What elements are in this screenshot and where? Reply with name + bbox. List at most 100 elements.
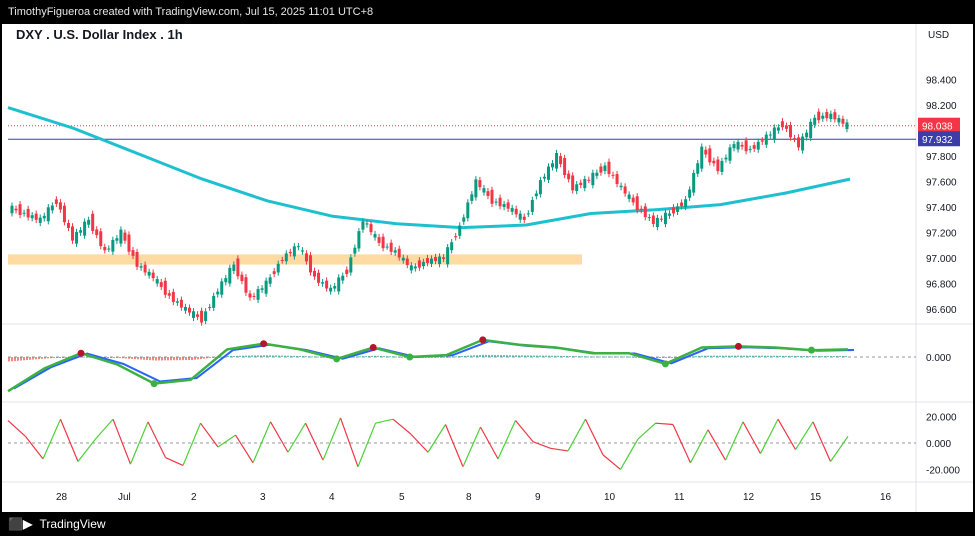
- candle-body: [300, 250, 304, 252]
- candle-body: [75, 231, 79, 244]
- rsi-segment: [672, 424, 692, 464]
- oscillator-histogram-bar: [701, 355, 703, 357]
- oscillator-histogram-bar: [56, 357, 58, 358]
- oscillator-histogram-bar: [290, 355, 292, 357]
- candle-body: [635, 196, 639, 211]
- rsi-segment: [269, 421, 289, 453]
- oscillator-histogram-bar: [44, 357, 46, 359]
- chart-svg[interactable]: DXY . U.S. Dollar Index . 1h USD 98.400 98.…: [2, 24, 973, 512]
- oscillator-fast-line: [7, 338, 849, 393]
- candle-body: [62, 205, 66, 223]
- oscillator-histogram-bar: [551, 355, 553, 357]
- candle-body: [595, 172, 599, 176]
- candle-body: [567, 173, 571, 180]
- chart-panel[interactable]: DXY . U.S. Dollar Index . 1h USD 98.400 98.…: [2, 24, 973, 512]
- oscillator-histogram-bar: [173, 357, 175, 361]
- candle-body: [252, 295, 256, 297]
- oscillator-histogram-bar: [476, 355, 478, 357]
- oscillator-histogram-bar: [140, 357, 142, 360]
- candle-body: [240, 274, 244, 282]
- oscillator-histogram-bar: [8, 357, 10, 362]
- candle-body: [680, 202, 684, 207]
- candle-body: [409, 265, 413, 271]
- candle-body: [393, 250, 397, 253]
- candle-body: [466, 202, 470, 219]
- candle-body: [38, 217, 42, 223]
- oscillator-histogram-bar: [803, 356, 805, 358]
- candle-body: [147, 271, 151, 276]
- rsi-segment: [234, 434, 254, 464]
- oscillator-histogram-bar: [251, 355, 253, 357]
- oscillator-histogram-bar: [317, 356, 319, 358]
- oscillator-histogram-bar: [518, 355, 520, 357]
- oscillator-histogram-bar: [446, 356, 448, 358]
- oscillator-histogram-bar: [839, 356, 841, 358]
- oscillator-histogram-bar: [32, 357, 34, 360]
- oscillator-histogram-bar: [242, 355, 244, 357]
- oscillator-histogram-bar: [278, 355, 280, 357]
- rsi-segment: [759, 418, 779, 454]
- candle-body: [155, 279, 159, 284]
- rsi-segment: [217, 434, 236, 448]
- oscillator-histogram-bar: [209, 357, 211, 358]
- candle-body: [498, 197, 502, 207]
- oscillator-histogram-bar: [662, 357, 664, 358]
- oscillator-histogram-bar: [119, 357, 121, 359]
- oscillator-cross-dot: [661, 360, 669, 368]
- candle-body: [71, 226, 75, 241]
- candle-body: [797, 137, 801, 148]
- rsi-segment: [777, 418, 797, 450]
- rsi-tick-label: 0.000: [926, 439, 951, 450]
- candle-body: [817, 111, 821, 121]
- candle-body: [377, 237, 381, 243]
- candle-body: [268, 277, 272, 284]
- oscillator-histogram-bar: [125, 357, 127, 359]
- oscillator-tick-label: 0.000: [926, 353, 951, 364]
- candle-body: [768, 134, 772, 136]
- candle-body: [216, 291, 220, 295]
- oscillator-histogram-bar: [512, 355, 514, 357]
- oscillator-histogram-bar: [107, 357, 109, 358]
- price-tick-label: 97.000: [926, 254, 957, 265]
- candle-body: [224, 278, 228, 283]
- oscillator-histogram-bar: [488, 354, 490, 357]
- candle-body: [825, 111, 829, 119]
- oscillator-cross-dot: [77, 349, 85, 357]
- candle-body: [26, 208, 30, 218]
- candle-body: [647, 217, 651, 219]
- brand-label[interactable]: TradingView: [40, 517, 106, 531]
- oscillator-histogram-bar: [170, 357, 172, 361]
- oscillator-histogram-bar: [737, 355, 739, 357]
- oscillator-histogram-bar: [623, 356, 625, 358]
- oscillator-histogram-bar: [797, 355, 799, 357]
- rsi-segment: [550, 447, 569, 452]
- oscillator-histogram-bar: [83, 356, 85, 358]
- candle-body: [603, 165, 607, 172]
- candle-body: [365, 223, 369, 225]
- oscillator-histogram-bar: [377, 355, 379, 357]
- chart-title: DXY . U.S. Dollar Index . 1h: [16, 27, 183, 42]
- candle-body: [264, 280, 268, 294]
- candle-body: [829, 113, 833, 119]
- oscillator-histogram-bar: [206, 357, 208, 359]
- candle-body: [708, 148, 712, 163]
- oscillator-histogram-bar: [230, 355, 232, 357]
- candle-body: [575, 184, 579, 192]
- candle-body: [780, 121, 784, 128]
- oscillator-cross-dot: [369, 344, 377, 351]
- oscillator-histogram-bar: [275, 355, 277, 357]
- candle-body: [651, 215, 655, 224]
- candle-body: [397, 248, 401, 258]
- oscillator-histogram-bar: [524, 355, 526, 357]
- oscillator-histogram-bar: [812, 356, 814, 358]
- tradingview-logo-icon[interactable]: ⬛▶: [8, 512, 32, 536]
- oscillator-histogram-bar: [263, 355, 265, 357]
- oscillator-histogram-bar: [833, 356, 835, 358]
- candle-body: [10, 205, 14, 214]
- candle-body: [506, 202, 510, 209]
- oscillator-cross-dot: [479, 336, 487, 344]
- oscillator-histogram-bar: [389, 356, 391, 358]
- candle-body: [325, 280, 329, 289]
- oscillator-histogram-bar: [539, 355, 541, 357]
- oscillator-histogram-bar: [794, 355, 796, 357]
